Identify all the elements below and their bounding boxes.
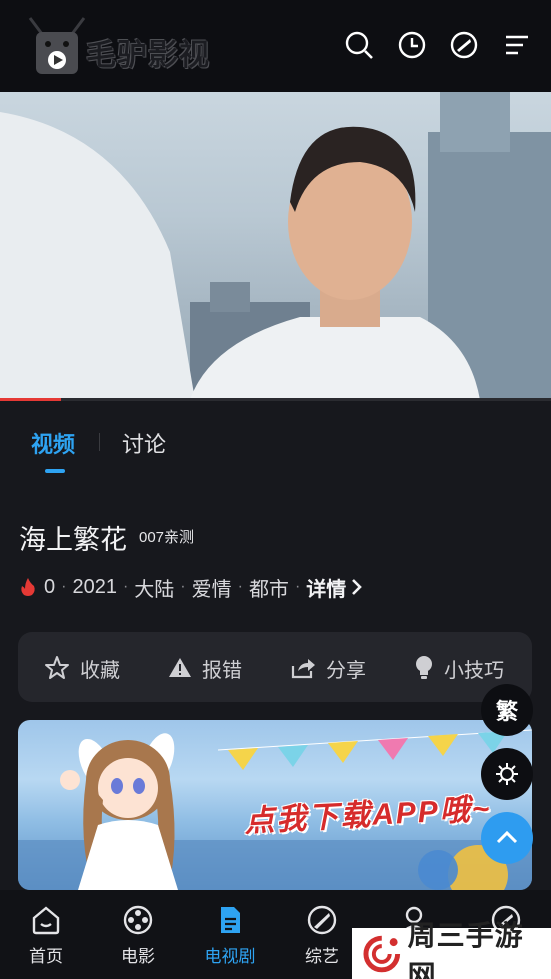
heat-count: 0 bbox=[44, 575, 56, 598]
search-icon[interactable] bbox=[344, 30, 374, 60]
chevron-up-icon bbox=[496, 830, 518, 844]
tab-video[interactable]: 视频 bbox=[31, 427, 75, 459]
tab-active-indicator bbox=[45, 469, 65, 473]
separator-dot: · bbox=[294, 578, 301, 595]
favorite-button[interactable]: 收藏 bbox=[44, 654, 120, 682]
film-reel-icon bbox=[123, 905, 153, 935]
donkey-logo-icon[interactable] bbox=[22, 12, 92, 78]
separator-dot: · bbox=[180, 578, 186, 595]
content-tabs: 视频 讨论 bbox=[0, 401, 551, 491]
nav-label-movies: 电影 bbox=[121, 947, 155, 966]
watermark-logo-icon bbox=[363, 935, 401, 972]
nav-label-tv-series: 电视剧 bbox=[204, 947, 256, 966]
nav-item-home[interactable]: 首页 bbox=[11, 904, 81, 967]
separator-dot: · bbox=[237, 578, 243, 595]
category-label: 都市 bbox=[248, 578, 289, 601]
video-title: 海上繁花 bbox=[19, 525, 127, 555]
release-year: 2021 bbox=[72, 575, 117, 598]
separator-dot: · bbox=[61, 578, 67, 595]
separator-dot: · bbox=[122, 578, 129, 595]
menu-icon[interactable] bbox=[502, 30, 532, 60]
compass-icon bbox=[307, 905, 337, 935]
explore-icon[interactable] bbox=[449, 30, 479, 60]
share-button[interactable]: 分享 bbox=[290, 654, 366, 682]
video-player[interactable] bbox=[0, 92, 551, 400]
detail-link[interactable]: 详情 bbox=[306, 573, 346, 602]
warning-icon bbox=[169, 658, 191, 677]
bulb-icon bbox=[416, 656, 432, 679]
history-icon[interactable] bbox=[397, 30, 427, 60]
nav-item-variety[interactable]: 综艺 bbox=[287, 904, 357, 967]
home-icon bbox=[32, 906, 60, 935]
download-app-banner[interactable]: 点我下载APP哦~ bbox=[18, 720, 532, 890]
report-label: 报错 bbox=[202, 659, 242, 682]
favorite-label: 收藏 bbox=[80, 659, 120, 682]
fire-icon bbox=[21, 578, 35, 596]
site-watermark: 周三手游网 bbox=[352, 920, 551, 979]
genre-label: 爱情 bbox=[191, 578, 232, 601]
app-brand-name: 毛驴影视 bbox=[86, 39, 210, 72]
report-error-button[interactable]: 报错 bbox=[168, 654, 242, 682]
settings-button[interactable] bbox=[481, 748, 533, 800]
tab-divider bbox=[99, 433, 100, 451]
tab-discussion[interactable]: 讨论 bbox=[122, 427, 166, 459]
nav-label-variety: 综艺 bbox=[305, 947, 339, 966]
video-meta-row: 0 · 2021 · 大陆 · 爱情 · 都市 · 详情 bbox=[20, 573, 364, 602]
region-label: 大陆 bbox=[134, 578, 175, 601]
star-icon bbox=[45, 656, 69, 679]
tips-label: 小技巧 bbox=[444, 659, 504, 682]
watermark-text: 周三手游网 bbox=[407, 919, 524, 979]
share-label: 分享 bbox=[326, 659, 366, 682]
chevron-right-icon[interactable] bbox=[350, 578, 364, 596]
traditional-chinese-toggle[interactable]: 繁 bbox=[481, 684, 533, 736]
document-icon bbox=[221, 907, 240, 933]
source-tag: 007亲测 bbox=[139, 529, 195, 546]
nav-item-movies[interactable]: 电影 bbox=[103, 904, 173, 967]
video-frame-image bbox=[0, 92, 551, 400]
gear-icon bbox=[496, 763, 518, 785]
action-bar: 收藏 报错 分享 小技巧 bbox=[18, 632, 532, 702]
app-header: 毛驴影视 bbox=[0, 0, 551, 92]
tips-button[interactable]: 小技巧 bbox=[414, 654, 504, 682]
scroll-top-button[interactable] bbox=[481, 812, 533, 864]
nav-label-home: 首页 bbox=[29, 947, 63, 966]
share-icon bbox=[291, 659, 315, 679]
nav-item-tv-series[interactable]: 电视剧 bbox=[195, 904, 265, 967]
